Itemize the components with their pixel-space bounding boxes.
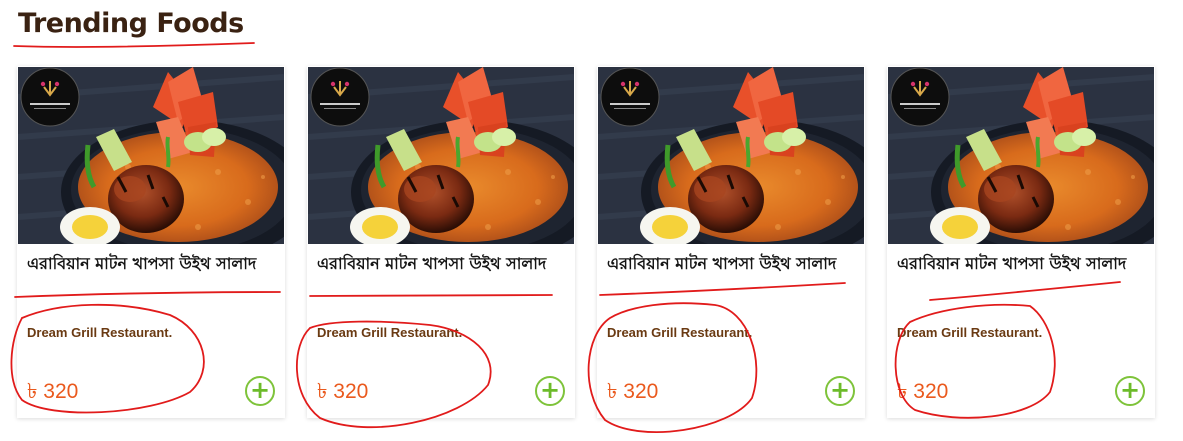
food-image[interactable] [308,67,574,244]
price: ৳ 320 [897,380,949,403]
food-name[interactable]: এরাবিয়ান মাটন খাপসা উইথ সালাদ [897,253,1147,274]
price: ৳ 320 [27,380,79,403]
food-name[interactable]: এরাবিয়ান মাটন খাপসা উইথ সালাদ [317,253,567,274]
food-image[interactable] [598,67,864,244]
food-card[interactable]: এরাবিয়ান মাটন খাপসা উইথ সালাদ Dream Gri… [17,66,285,418]
food-card[interactable]: এরাবিয়ান মাটন খাপসা উইথ সালাদ Dream Gri… [307,66,575,418]
add-to-cart-button[interactable]: + [535,376,565,406]
price: ৳ 320 [317,380,369,403]
plus-icon: + [539,376,561,404]
price: ৳ 320 [607,380,659,403]
title-underline [13,42,255,48]
restaurant-name: Dream Grill Restaurant. [607,325,753,340]
restaurant-name: Dream Grill Restaurant. [897,325,1043,340]
add-to-cart-button[interactable]: + [1115,376,1145,406]
plus-icon: + [1119,376,1141,404]
food-image[interactable] [18,67,284,244]
food-card[interactable]: এরাবিয়ান মাটন খাপসা উইথ সালাদ Dream Gri… [597,66,865,418]
restaurant-name: Dream Grill Restaurant. [27,325,173,340]
restaurant-name: Dream Grill Restaurant. [317,325,463,340]
food-name[interactable]: এরাবিয়ান মাটন খাপসা উইথ সালাদ [27,253,277,274]
plus-icon: + [249,376,271,404]
food-image[interactable] [888,67,1154,244]
food-card[interactable]: এরাবিয়ান মাটন খাপসা উইথ সালাদ Dream Gri… [887,66,1155,418]
add-to-cart-button[interactable]: + [825,376,855,406]
add-to-cart-button[interactable]: + [245,376,275,406]
plus-icon: + [829,376,851,404]
section-title: Trending Foods [18,8,244,39]
food-name[interactable]: এরাবিয়ান মাটন খাপসা উইথ সালাদ [607,253,857,274]
